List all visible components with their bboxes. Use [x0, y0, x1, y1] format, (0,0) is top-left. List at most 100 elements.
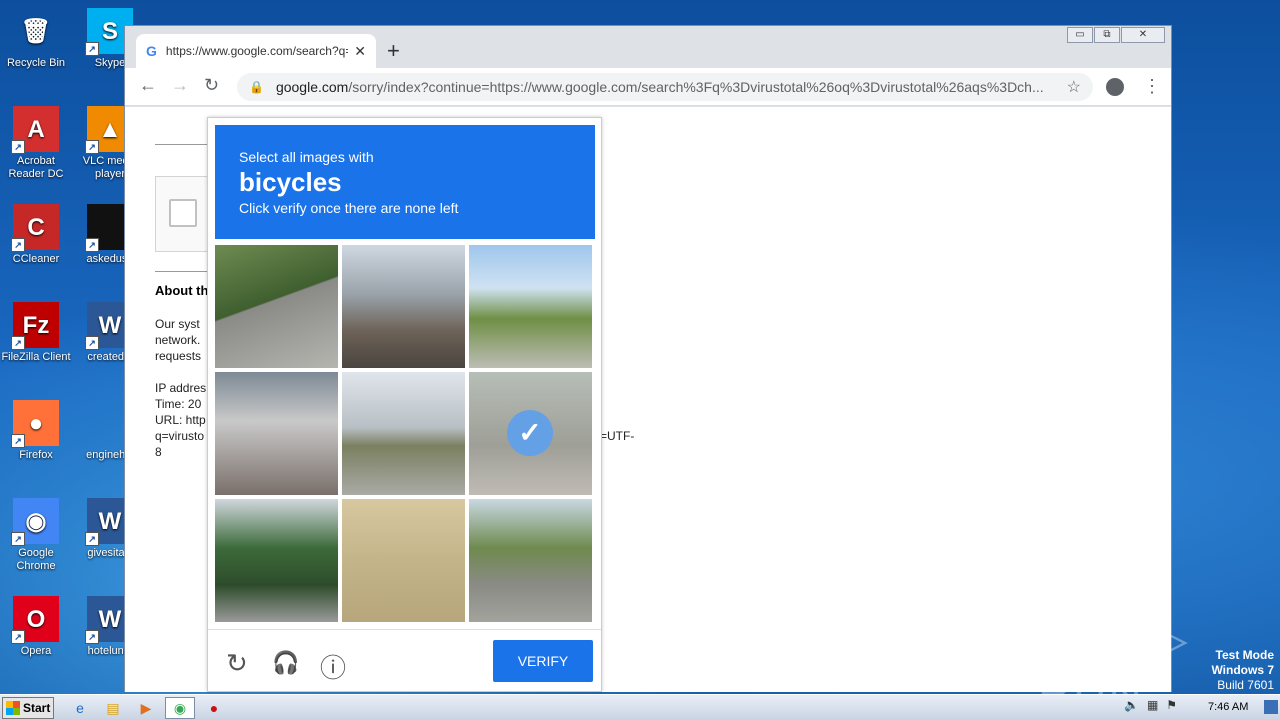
verify-button[interactable]: VERIFY: [493, 640, 593, 682]
profile-avatar-icon[interactable]: [1106, 78, 1124, 96]
close-window-button[interactable]: ✕: [1121, 27, 1165, 43]
captcha-tile[interactable]: [469, 245, 592, 368]
test-mode-label: Test Mode: [1215, 648, 1274, 662]
text-line: URL: http: [155, 413, 206, 427]
opera-taskbar-icon[interactable]: ●: [204, 698, 224, 718]
text-line: requests: [155, 349, 202, 363]
show-desktop-button[interactable]: [1264, 700, 1278, 714]
forward-button[interactable]: →: [171, 75, 189, 96]
action-center-flag-icon[interactable]: ⚑: [1166, 698, 1177, 712]
desktop-icon-acrobat-reader[interactable]: A ↗ Acrobat Reader DC: [0, 106, 74, 181]
google-chrome-icon: ◉ ↗: [11, 498, 59, 546]
text-line: Our syst: [155, 317, 200, 331]
captcha-tile[interactable]: [215, 499, 338, 622]
shortcut-arrow-icon: ↗: [85, 336, 99, 350]
recaptcha-box: [155, 176, 215, 252]
audio-challenge-icon[interactable]: 🎧: [272, 650, 299, 676]
captcha-tile[interactable]: [469, 499, 592, 622]
url-text: google.com/sorry/index?continue=https://…: [276, 79, 1059, 95]
captcha-tile[interactable]: [342, 245, 465, 368]
filezilla-icon: Fz ↗: [11, 302, 59, 350]
shortcut-arrow-icon: ↗: [11, 630, 25, 644]
page-content: About th Our syst network. requests IP a…: [125, 107, 1171, 692]
captcha-instruction: Select all images with: [239, 149, 374, 165]
desktop-icon-firefox[interactable]: ● ↗ Firefox: [0, 400, 74, 462]
desktop-icon-ccleaner[interactable]: C ↗ CCleaner: [0, 204, 74, 266]
request-info-text: IP addres Time: 20 URL: http q=virusto 8: [155, 380, 206, 460]
opera-icon: O ↗: [11, 596, 59, 644]
ccleaner-icon: C ↗: [11, 204, 59, 252]
close-tab-icon[interactable]: ✕: [354, 43, 366, 60]
info-icon[interactable]: ⓘ: [320, 648, 346, 685]
desktop-icon-label: Firefox: [19, 449, 53, 461]
restore-button[interactable]: ⧉: [1094, 27, 1120, 43]
address-bar[interactable]: 🔒 google.com/sorry/index?continue=https:…: [237, 73, 1093, 101]
desktop-icon-opera[interactable]: O ↗ Opera: [0, 596, 74, 658]
text-line: q=virusto: [155, 429, 205, 443]
desktop-icon-recycle-bin[interactable]: 🗑 Recycle Bin: [0, 8, 74, 70]
taskbar: Start e ▤ ▶ ◉ ● 🔈 ▦ ⚑ 7:46 AM: [0, 694, 1280, 720]
shortcut-arrow-icon: ↗: [85, 140, 99, 154]
reload-button[interactable]: ↻: [204, 75, 219, 96]
captcha-subtext: Click verify once there are none left: [239, 200, 459, 216]
shortcut-arrow-icon: ↗: [85, 42, 99, 56]
recycle-bin-icon: 🗑: [20, 17, 52, 45]
google-favicon-icon: G: [146, 43, 157, 59]
url-path: /sorry/index?continue=https://www.google…: [348, 79, 1044, 95]
tab-strip: G https://www.google.com/search?q= ✕ + ▭…: [125, 26, 1171, 68]
desktop-icon-label: Recycle Bin: [6, 57, 66, 69]
window-controls: ▭ ⧉ ✕: [1066, 27, 1165, 43]
desktop-icon-google-chrome[interactable]: ◉ ↗ Google Chrome: [0, 498, 74, 573]
url-tail-text: =UTF-: [600, 429, 635, 443]
back-button[interactable]: ←: [139, 75, 157, 96]
ie-taskbar-icon[interactable]: e: [70, 698, 90, 718]
desktop-icon-label: Acrobat Reader DC: [8, 155, 64, 180]
captcha-tile[interactable]: [215, 372, 338, 495]
divider: [155, 144, 215, 145]
shortcut-arrow-icon: ↗: [11, 140, 25, 154]
desktop-icon-filezilla[interactable]: Fz ↗ FileZilla Client: [0, 302, 74, 364]
start-button[interactable]: Start: [2, 697, 54, 719]
captcha-tile[interactable]: [342, 499, 465, 622]
system-tray: 🔈 ▦ ⚑: [1124, 698, 1185, 712]
desktop-icon-label: CCleaner: [12, 253, 60, 265]
captcha-target: bicycles: [239, 167, 342, 197]
reload-challenge-icon[interactable]: ↻: [226, 648, 248, 679]
about-heading: About th: [155, 283, 209, 298]
explorer-taskbar-icon[interactable]: ▤: [103, 698, 123, 718]
volume-icon[interactable]: 🔈: [1124, 698, 1139, 712]
captcha-tile[interactable]: ✓: [469, 372, 592, 495]
media-player-taskbar-icon[interactable]: ▶: [136, 698, 156, 718]
browser-toolbar: ← → ↻ 🔒 google.com/sorry/index?continue=…: [125, 68, 1171, 106]
shortcut-arrow-icon: ↗: [85, 532, 99, 546]
chrome-taskbar-icon[interactable]: ◉: [165, 697, 195, 719]
shortcut-arrow-icon: ↗: [11, 336, 25, 350]
text-line: IP addres: [155, 381, 207, 395]
divider: [155, 271, 215, 272]
firefox-icon: ● ↗: [11, 400, 59, 448]
clock[interactable]: 7:46 AM: [1208, 701, 1248, 713]
browser-menu-icon[interactable]: ⋮: [1143, 76, 1161, 97]
text-line: 8: [155, 445, 162, 459]
desktop-icon-label: Google Chrome: [16, 547, 56, 572]
windows-version-label: Windows 7: [1211, 663, 1274, 677]
recaptcha-checkbox[interactable]: [169, 199, 197, 227]
shortcut-arrow-icon: ↗: [85, 238, 99, 252]
network-icon[interactable]: ▦: [1147, 698, 1158, 712]
lock-icon[interactable]: 🔒: [249, 80, 264, 94]
bookmark-star-icon[interactable]: ☆: [1067, 77, 1081, 97]
shortcut-arrow-icon: ↗: [11, 532, 25, 546]
browser-tab[interactable]: G https://www.google.com/search?q= ✕: [136, 34, 376, 68]
text-line: Time: 20: [155, 397, 202, 411]
captcha-challenge: Select all images with bicycles Click ve…: [207, 117, 602, 692]
minimize-button[interactable]: ▭: [1067, 27, 1093, 43]
shortcut-arrow-icon: ↗: [11, 434, 25, 448]
start-label: Start: [23, 701, 51, 715]
windows-logo-icon: [6, 701, 20, 715]
url-host: google.com: [275, 79, 349, 95]
shortcut-arrow-icon: ↗: [85, 630, 99, 644]
captcha-tile[interactable]: [342, 372, 465, 495]
captcha-tile[interactable]: [215, 245, 338, 368]
new-tab-button[interactable]: +: [387, 38, 400, 64]
text-line: network.: [155, 333, 201, 347]
